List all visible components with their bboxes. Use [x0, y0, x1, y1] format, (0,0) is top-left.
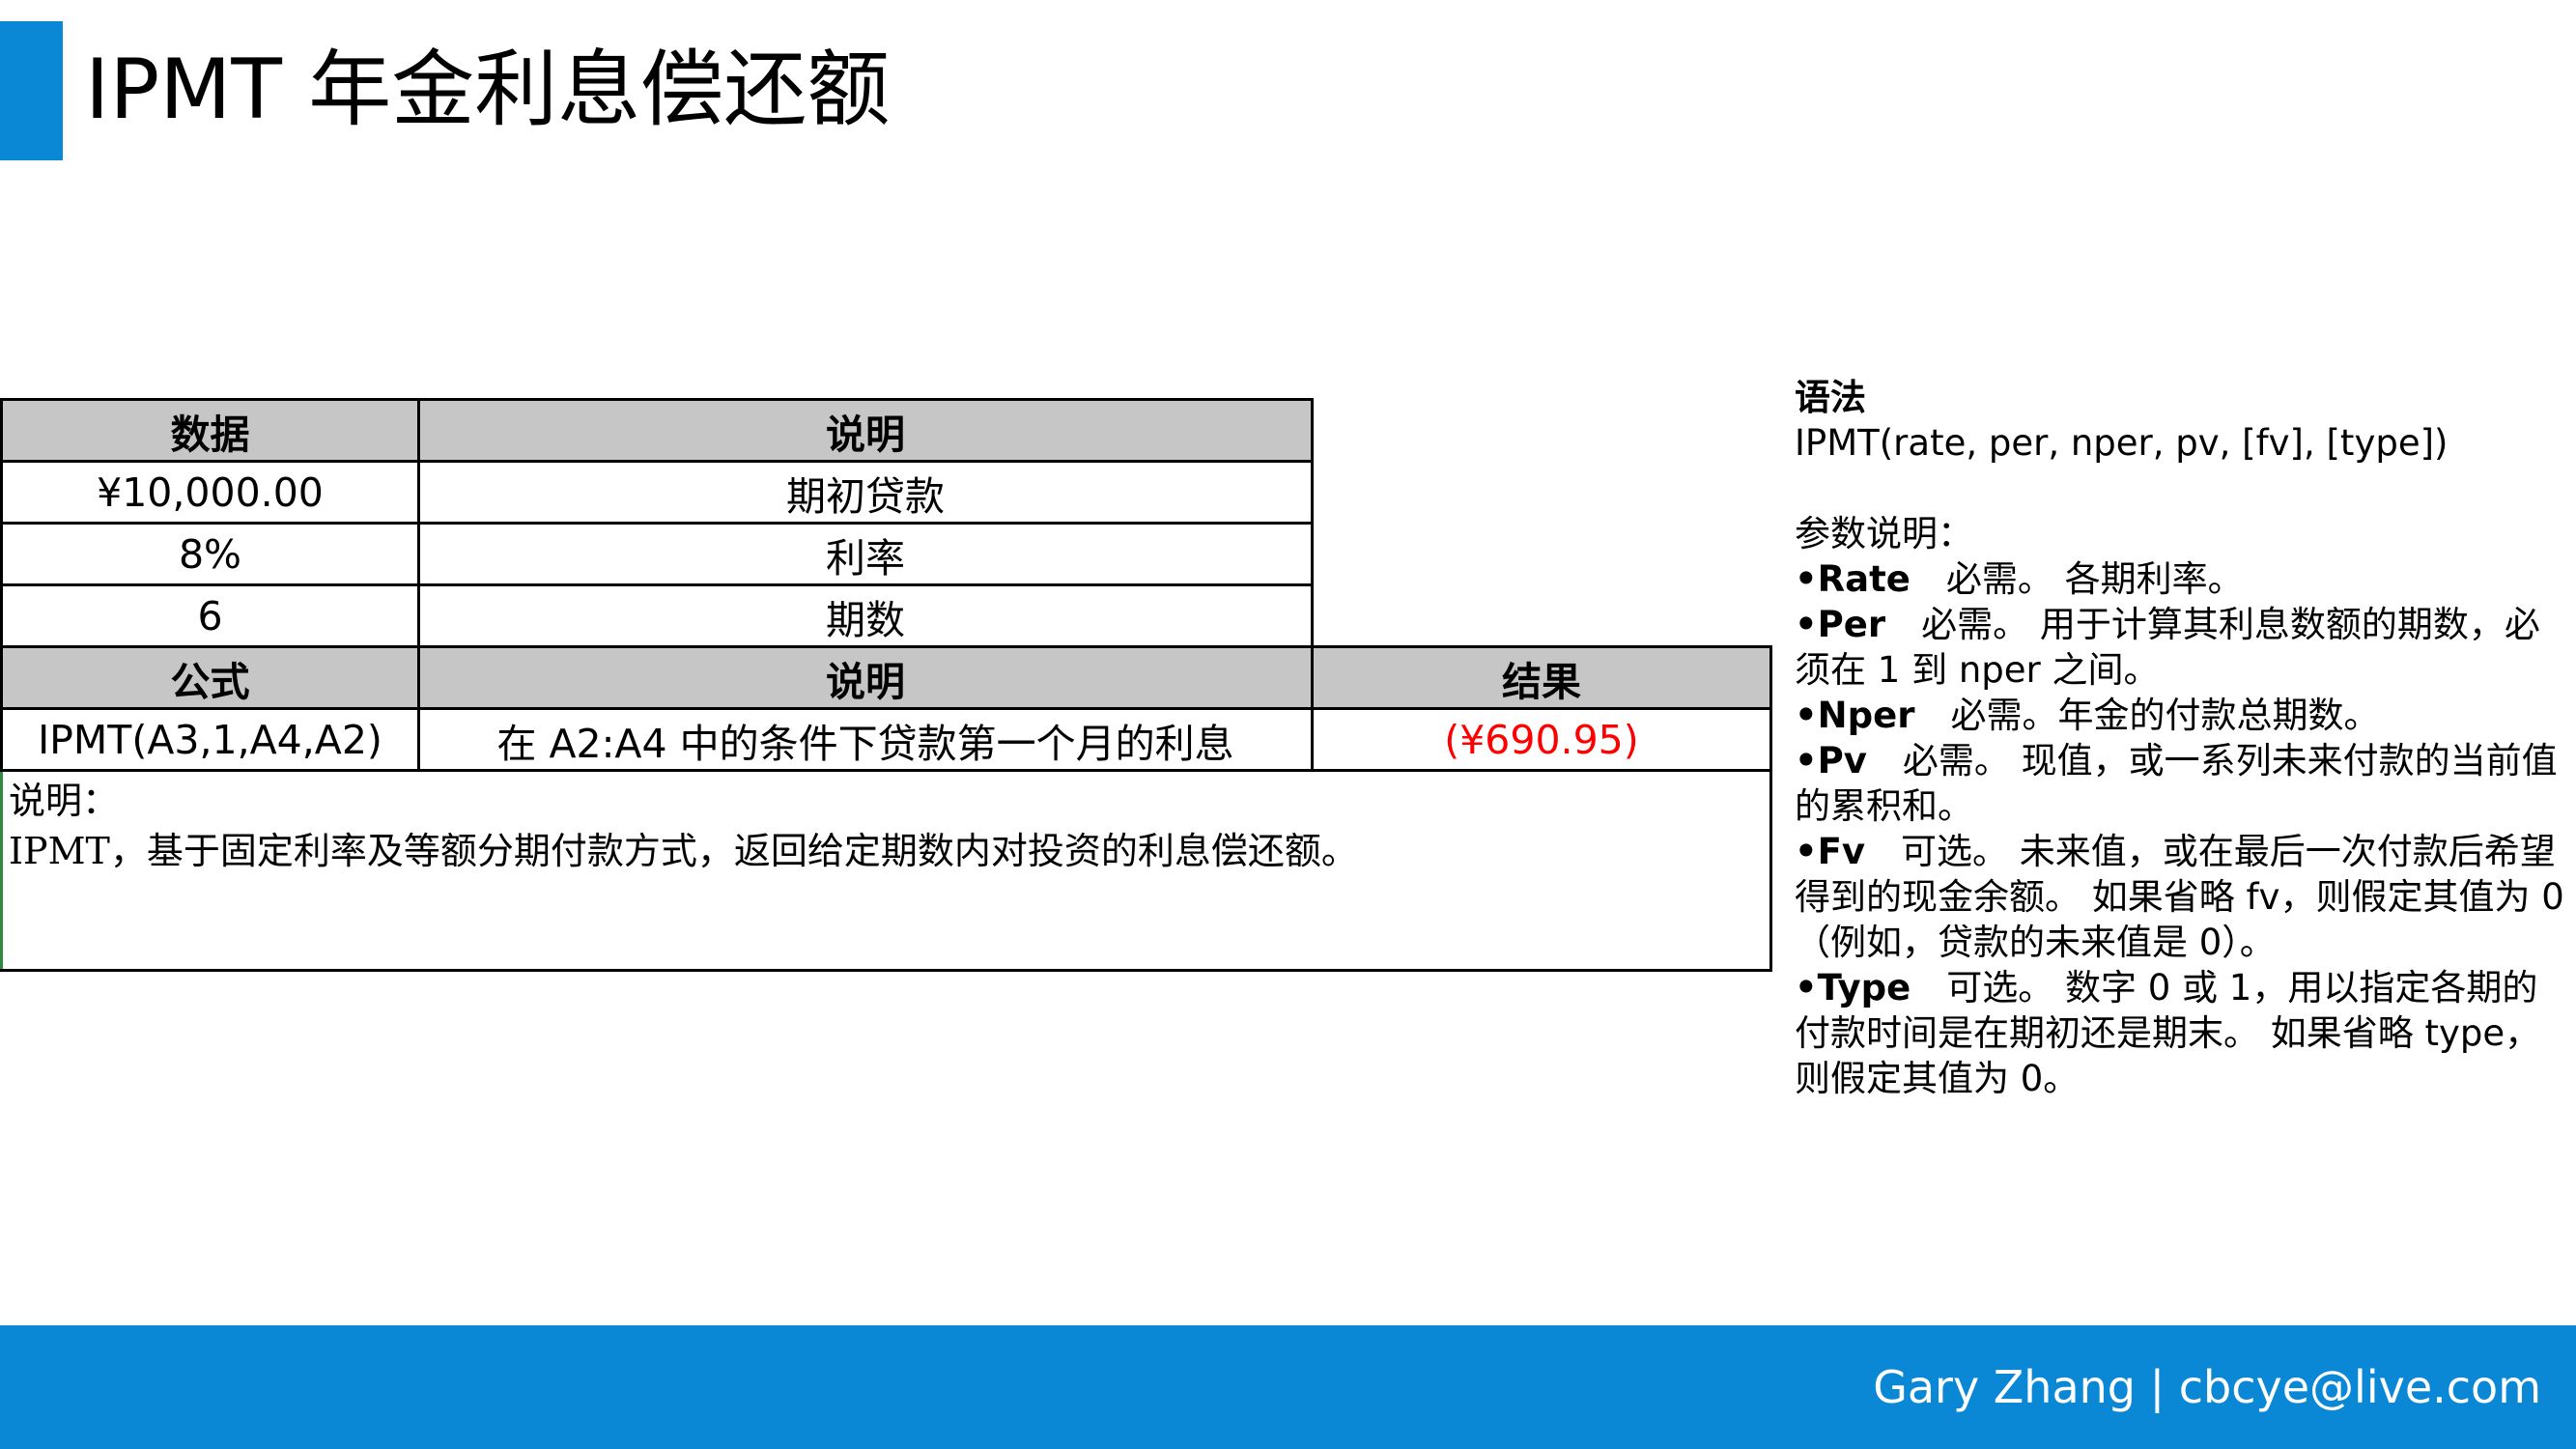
- param-item: •Fv 可选。 未来值，或在最后一次付款后希望得到的现金余额。 如果省略 fv，…: [1795, 829, 2567, 965]
- footer-bar: Gary Zhang | cbcye@live.com: [0, 1325, 2576, 1449]
- note-cell: 说明： IPMT，基于固定利率及等额分期付款方式，返回给定期数内对投资的利息偿还…: [0, 769, 1772, 972]
- formula-header-row: 公式 说明 结果: [0, 645, 1772, 710]
- param-item: •Nper 必需。年金的付款总期数。: [1795, 693, 2567, 738]
- table-header-row: 数据 说明: [0, 398, 1771, 463]
- cell-desc: 期初贷款: [417, 460, 1314, 525]
- param-text: 必需。 各期利率。: [1910, 558, 2244, 600]
- note-text: IPMT，基于固定利率及等额分期付款方式，返回给定期数内对投资的利息偿还额。: [9, 830, 1358, 872]
- title-accent-bar: [0, 21, 63, 160]
- param-text: 必需。年金的付款总期数。: [1914, 695, 2380, 736]
- cell-desc: 期数: [417, 583, 1314, 648]
- data-table: 数据 说明 ¥10,000.00 期初贷款 8% 利率 6 期数 公式 说明 结…: [0, 398, 1772, 972]
- param-item: •Rate 必需。 各期利率。: [1795, 556, 2567, 602]
- page-title: IPMT 年金利息偿还额: [85, 42, 891, 138]
- header-formula: 公式: [0, 645, 420, 710]
- cell-formula: IPMT(A3,1,A4,A2): [0, 707, 420, 772]
- cell-desc: 在 A2:A4 中的条件下贷款第一个月的利息: [417, 707, 1314, 772]
- param-text: 必需。 现值，或一系列未来付款的当前值的累积和。: [1795, 740, 2558, 827]
- header-result: 结果: [1311, 645, 1772, 710]
- syntax-panel: 语法 IPMT(rate, per, nper, pv, [fv], [type…: [1795, 375, 2567, 1101]
- param-name: •Pv: [1795, 740, 1867, 781]
- cell-value: ¥10,000.00: [0, 460, 420, 525]
- syntax-heading: 语法: [1795, 377, 1866, 418]
- note-row: 说明： IPMT，基于固定利率及等额分期付款方式，返回给定期数内对投资的利息偿还…: [0, 769, 1772, 972]
- param-name: •Nper: [1795, 695, 1915, 736]
- cell-desc: 利率: [417, 522, 1314, 586]
- param-name: •Rate: [1795, 558, 1911, 600]
- empty-cell: [1312, 584, 1771, 648]
- params-heading: 参数说明：: [1795, 513, 1973, 554]
- param-name: •Type: [1795, 967, 1911, 1009]
- param-text: 必需。 用于计算其利息数额的期数，必须在 1 到 nper 之间。: [1795, 604, 2540, 691]
- cell-value: 8%: [0, 522, 420, 586]
- cell-result: (¥690.95): [1311, 707, 1772, 772]
- syntax-signature: IPMT(rate, per, nper, pv, [fv], [type]): [1795, 422, 2449, 464]
- header-desc: 说明: [417, 398, 1314, 463]
- empty-cell: [1313, 400, 1771, 462]
- header-desc: 说明: [417, 645, 1314, 710]
- empty-cell: [1313, 524, 1771, 585]
- param-item: •Pv 必需。 现值，或一系列未来付款的当前值的累积和。: [1795, 738, 2567, 829]
- formula-row: IPMT(A3,1,A4,A2) 在 A2:A4 中的条件下贷款第一个月的利息 …: [0, 707, 1772, 772]
- param-text: 可选。 未来值，或在最后一次付款后希望得到的现金余额。 如果省略 fv，则假定其…: [1795, 831, 2564, 963]
- empty-cell: [1313, 462, 1771, 524]
- param-name: •Per: [1795, 604, 1886, 645]
- footer-credit: Gary Zhang | cbcye@live.com: [1873, 1361, 2541, 1413]
- header-data: 数据: [0, 398, 420, 463]
- cell-value: 6: [0, 583, 420, 648]
- table-row: ¥10,000.00 期初贷款: [0, 460, 1771, 525]
- table-row: 6 期数: [0, 583, 1771, 648]
- param-name: •Fv: [1795, 831, 1866, 872]
- table-row: 8% 利率: [0, 522, 1771, 586]
- note-label: 说明：: [9, 780, 120, 822]
- param-item: •Per 必需。 用于计算其利息数额的期数，必须在 1 到 nper 之间。: [1795, 602, 2567, 693]
- param-item: •Type 可选。 数字 0 或 1，用以指定各期的付款时间是在期初还是期末。 …: [1795, 965, 2567, 1101]
